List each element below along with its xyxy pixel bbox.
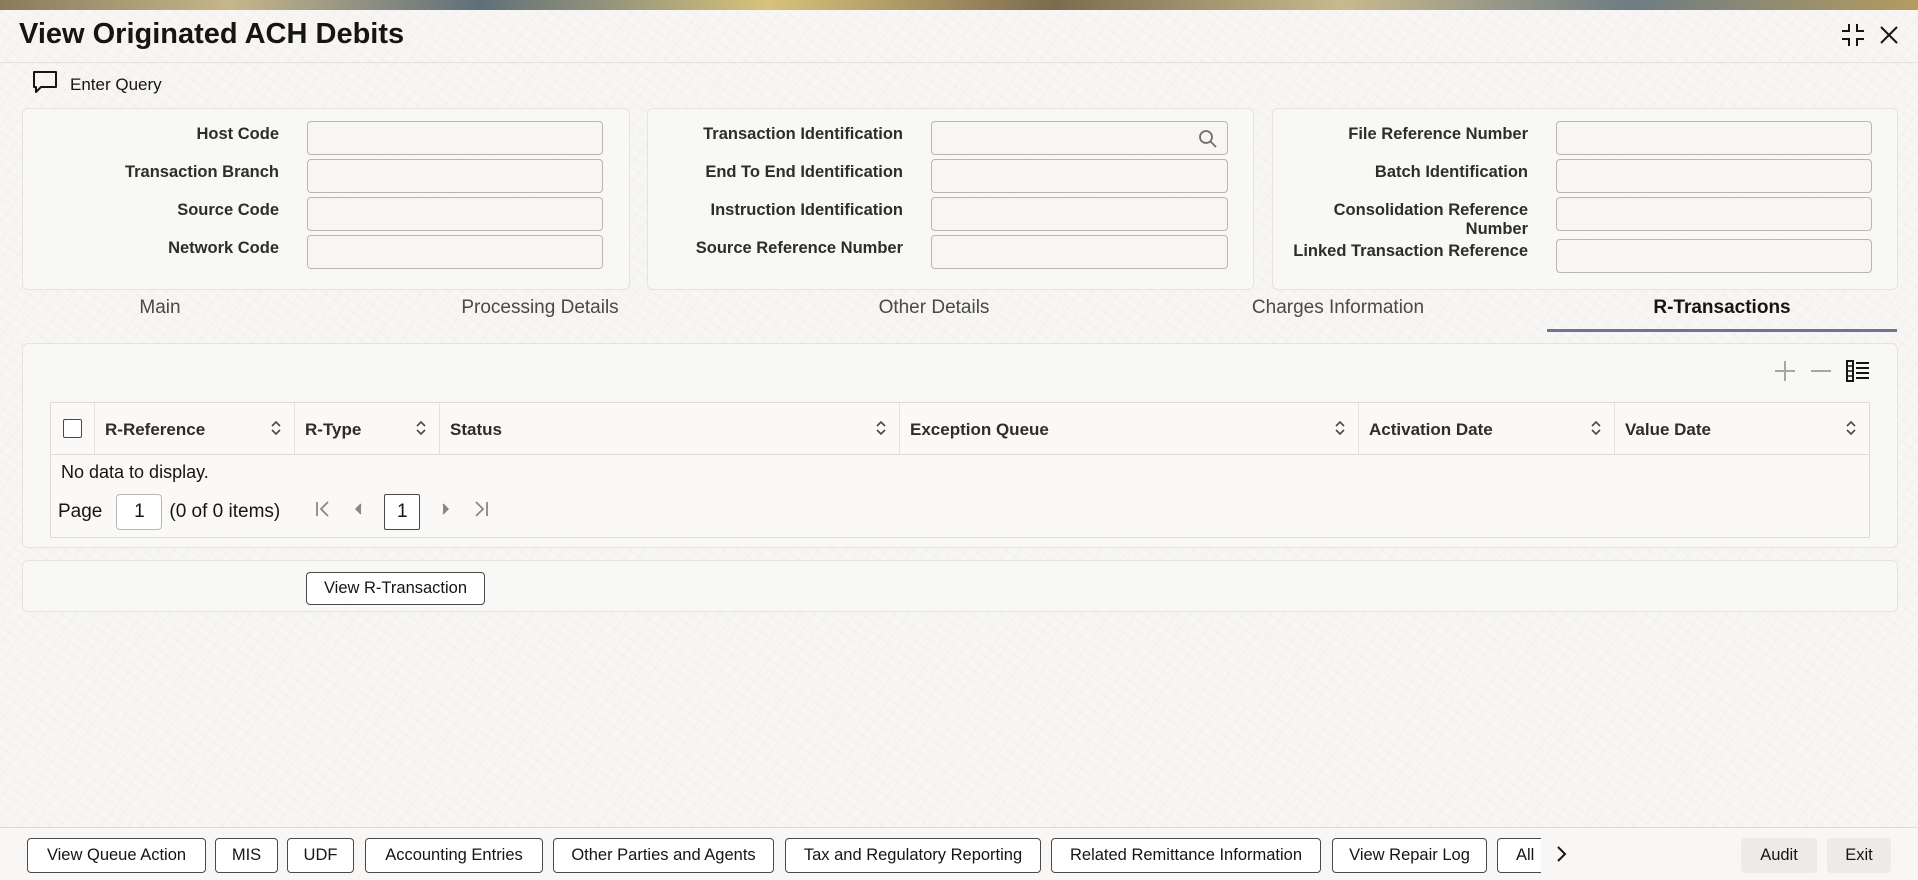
source-reference-number-label: Source Reference Number (695, 239, 903, 257)
chat-icon (32, 70, 58, 99)
tab-bar: Main Processing Details Other Details Ch… (22, 292, 1898, 332)
previous-page-icon[interactable] (352, 499, 364, 525)
r-transactions-table: R-Reference R-Type Status Exception Queu… (50, 402, 1870, 538)
select-all-column (51, 403, 95, 455)
network-code-label: Network Code (168, 239, 279, 257)
column-status[interactable]: Status (440, 403, 900, 455)
enter-query-label: Enter Query (70, 74, 162, 94)
sort-icon[interactable] (1590, 419, 1602, 442)
grid-toolbar (1773, 358, 1871, 389)
file-reference-number-input[interactable] (1556, 121, 1872, 155)
instruction-identification-input[interactable] (931, 197, 1228, 231)
network-code-input[interactable] (307, 235, 603, 269)
exit-button[interactable]: Exit (1827, 838, 1891, 873)
column-r-type[interactable]: R-Type (295, 403, 440, 455)
chevron-right-icon[interactable] (1552, 842, 1572, 871)
tab-main[interactable]: Main (22, 292, 298, 332)
sort-icon[interactable] (875, 419, 887, 442)
all-button[interactable]: All (1497, 838, 1541, 873)
end-to-end-identification-input[interactable] (931, 159, 1228, 193)
sort-icon[interactable] (1334, 419, 1346, 442)
current-page[interactable]: 1 (384, 494, 421, 530)
next-page-icon[interactable] (440, 499, 452, 525)
other-parties-and-agents-button[interactable]: Other Parties and Agents (553, 838, 774, 873)
compress-icon[interactable] (1840, 22, 1866, 53)
accounting-entries-button[interactable]: Accounting Entries (365, 838, 543, 873)
sort-icon[interactable] (415, 419, 427, 442)
remove-icon[interactable] (1809, 359, 1833, 388)
page-label: Page (58, 501, 103, 522)
query-panel-right: File Reference Number Batch Identificati… (1272, 108, 1898, 290)
column-label: Activation Date (1369, 420, 1493, 439)
transaction-identification-label: Transaction Identification (703, 125, 903, 143)
mis-button[interactable]: MIS (215, 838, 278, 873)
view-queue-action-button[interactable]: View Queue Action (27, 838, 206, 873)
column-activation-date[interactable]: Activation Date (1359, 403, 1615, 455)
consolidation-reference-number-input[interactable] (1556, 197, 1872, 231)
tab-processing-details[interactable]: Processing Details (374, 292, 706, 332)
source-reference-number-input[interactable] (931, 235, 1228, 269)
batch-identification-input[interactable] (1556, 159, 1872, 193)
column-label: Status (450, 420, 502, 439)
udf-button[interactable]: UDF (287, 838, 354, 873)
tab-charges-information[interactable]: Charges Information (1160, 292, 1516, 332)
host-code-label: Host Code (196, 125, 280, 143)
select-all-checkbox[interactable] (63, 419, 82, 438)
transaction-branch-label: Transaction Branch (124, 163, 279, 181)
window-controls (1840, 22, 1900, 53)
column-label: R-Type (305, 420, 362, 439)
column-label: Value Date (1625, 420, 1711, 439)
source-code-label: Source Code (177, 201, 279, 219)
bottom-toolbar: View Queue Action MIS UDF Accounting Ent… (0, 827, 1918, 880)
query-panel-left: Host Code Transaction Branch Source Code… (22, 108, 630, 290)
tab-r-transactions[interactable]: R-Transactions (1547, 292, 1897, 332)
tax-and-regulatory-reporting-button[interactable]: Tax and Regulatory Reporting (785, 838, 1041, 873)
empty-message: No data to display. (61, 462, 209, 482)
r-transactions-panel: R-Reference R-Type Status Exception Queu… (22, 343, 1898, 548)
header-divider (0, 62, 1918, 63)
linked-transaction-reference-label: Linked Transaction Reference (1293, 242, 1528, 260)
column-label: R-Reference (105, 420, 206, 439)
consolidation-reference-number-label: Consolidation Reference Number (1333, 201, 1528, 238)
close-icon[interactable] (1878, 24, 1900, 51)
end-to-end-identification-label: End To End Identification (705, 163, 903, 181)
table-header: R-Reference R-Type Status Exception Queu… (51, 403, 1869, 455)
page-number-input[interactable]: 1 (116, 494, 163, 530)
column-value-date[interactable]: Value Date (1615, 403, 1869, 455)
query-panel-middle: Transaction Identification End To End Id… (647, 108, 1254, 290)
instruction-identification-label: Instruction Identification (710, 201, 904, 219)
add-icon[interactable] (1773, 359, 1797, 388)
related-remittance-information-button[interactable]: Related Remittance Information (1051, 838, 1321, 873)
tab-other-details[interactable]: Other Details (768, 292, 1100, 332)
transaction-identification-input[interactable] (931, 121, 1228, 155)
enter-query-button[interactable]: Enter Query (32, 70, 162, 99)
sort-icon[interactable] (1845, 419, 1857, 442)
item-count: (0 of 0 items) (169, 501, 281, 522)
column-r-reference[interactable]: R-Reference (95, 403, 295, 455)
linked-transaction-reference-input[interactable] (1556, 239, 1872, 273)
source-code-input[interactable] (307, 197, 603, 231)
batch-identification-label: Batch Identification (1374, 163, 1528, 181)
column-exception-queue[interactable]: Exception Queue (900, 403, 1359, 455)
transaction-branch-input[interactable] (307, 159, 603, 193)
last-page-icon[interactable] (472, 499, 490, 525)
column-label: Exception Queue (910, 420, 1049, 439)
audit-button[interactable]: Audit (1741, 838, 1817, 873)
page-title: View Originated ACH Debits (19, 18, 405, 50)
search-icon[interactable] (1198, 129, 1218, 154)
actions-panel: View R-Transaction (22, 560, 1898, 612)
first-page-icon[interactable] (314, 499, 332, 525)
view-r-transaction-button[interactable]: View R-Transaction (306, 572, 485, 605)
sort-icon[interactable] (270, 419, 282, 442)
page-navigation: 1 (314, 494, 490, 530)
file-reference-number-label: File Reference Number (1348, 125, 1528, 143)
header-banner (0, 0, 1918, 10)
pagination: Page 1 (0 of 0 items) 1 (58, 493, 490, 531)
host-code-input[interactable] (307, 121, 603, 155)
view-repair-log-button[interactable]: View Repair Log (1332, 838, 1487, 873)
column-list-icon[interactable] (1845, 358, 1871, 389)
